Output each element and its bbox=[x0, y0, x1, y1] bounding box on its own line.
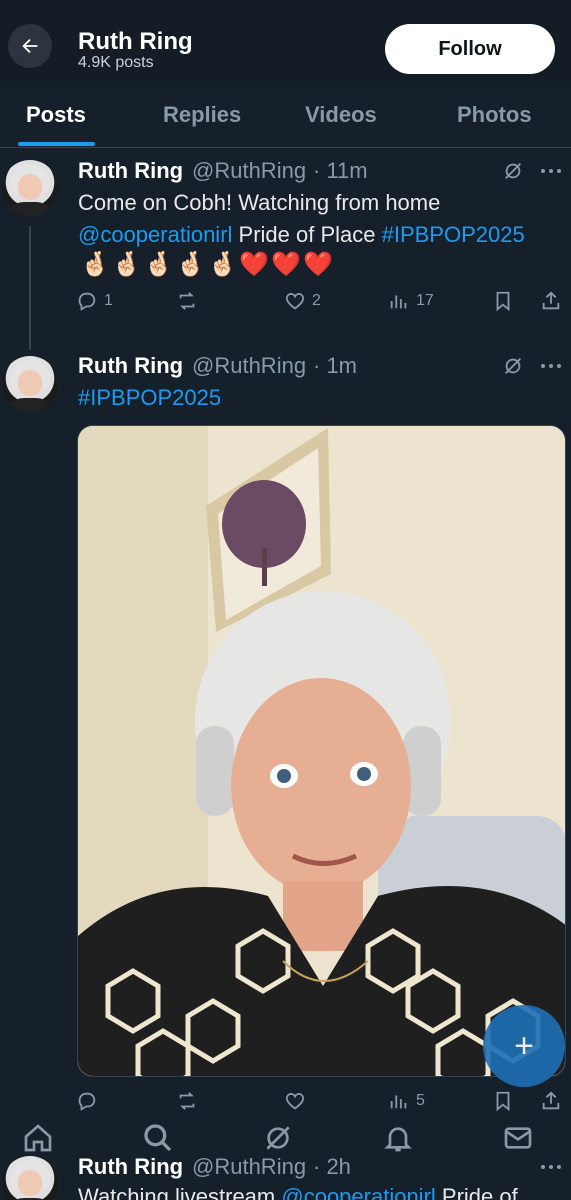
tweet-time: · 1m bbox=[313, 353, 357, 378]
profile-header: Ruth Ring 4.9K posts Follow bbox=[0, 0, 571, 82]
nav-home[interactable] bbox=[18, 1118, 58, 1158]
tweet-author-name[interactable]: Ruth Ring bbox=[78, 158, 183, 184]
hashtag-link[interactable]: #IPBPOP2025 bbox=[382, 222, 525, 247]
mail-icon bbox=[504, 1127, 532, 1149]
search-icon bbox=[144, 1124, 172, 1152]
reply-icon bbox=[78, 1092, 96, 1111]
tab-replies[interactable]: Replies bbox=[163, 102, 241, 128]
more-icon[interactable] bbox=[540, 1160, 562, 1174]
bookmark-icon bbox=[496, 291, 510, 312]
views-count: 5 bbox=[416, 1092, 425, 1109]
like-button[interactable] bbox=[284, 1090, 306, 1112]
repost-button[interactable] bbox=[176, 1090, 198, 1112]
repost-icon bbox=[179, 1092, 195, 1110]
bookmark-button[interactable] bbox=[492, 1090, 514, 1112]
selfie-photo bbox=[78, 426, 565, 1076]
tweet-emojis: 🤞🏻🤞🏻🤞🏻🤞🏻🤞🏻❤️❤️❤️ bbox=[80, 251, 336, 278]
back-button[interactable] bbox=[8, 24, 52, 68]
active-tab-indicator bbox=[18, 142, 95, 146]
bookmark-icon bbox=[496, 1091, 510, 1112]
share-button[interactable] bbox=[540, 290, 562, 312]
home-icon bbox=[24, 1124, 52, 1152]
more-icon[interactable] bbox=[540, 359, 562, 373]
mention-link[interactable]: @cooperationirl bbox=[78, 222, 232, 247]
post-count: 4.9K posts bbox=[78, 54, 154, 71]
bottom-nav bbox=[0, 1118, 571, 1162]
tweet-photo[interactable] bbox=[77, 425, 566, 1077]
profile-name: Ruth Ring bbox=[78, 28, 193, 55]
follow-button[interactable]: Follow bbox=[385, 24, 555, 74]
repost-button[interactable] bbox=[176, 290, 198, 312]
tweet-author-name[interactable]: Ruth Ring bbox=[78, 353, 183, 379]
views-count: 17 bbox=[416, 292, 434, 309]
bell-icon bbox=[384, 1127, 412, 1152]
mention-link[interactable]: @cooperationirl bbox=[281, 1184, 435, 1200]
grok-icon[interactable] bbox=[502, 355, 524, 377]
tweet-time: · 11m bbox=[313, 158, 368, 183]
nav-messages[interactable] bbox=[498, 1118, 538, 1158]
tweet-author-handle[interactable]: @RuthRing bbox=[192, 158, 306, 184]
like-button[interactable]: 2 bbox=[284, 290, 321, 312]
heart-icon bbox=[285, 1093, 305, 1110]
share-button[interactable] bbox=[540, 1090, 562, 1112]
tweet-actions: 5 bbox=[76, 1090, 566, 1120]
tweet-text-line-2: @cooperationirl Pride of Place #IPBPOP20… bbox=[78, 222, 525, 248]
profile-tabs: Posts Replies Videos Photos bbox=[0, 82, 571, 148]
avatar[interactable] bbox=[2, 1156, 58, 1200]
bookmark-button[interactable] bbox=[492, 290, 514, 312]
tweet-author-handle[interactable]: @RuthRing bbox=[192, 353, 306, 379]
compose-button[interactable]: + bbox=[483, 1005, 565, 1087]
reply-button[interactable] bbox=[76, 1090, 98, 1112]
views-icon bbox=[390, 295, 407, 309]
compose-icon: + bbox=[514, 1026, 534, 1065]
views-icon bbox=[390, 1095, 407, 1109]
views-button[interactable]: 5 bbox=[388, 1090, 425, 1112]
nav-notifications[interactable] bbox=[378, 1118, 418, 1158]
grok-nav-icon bbox=[266, 1126, 290, 1150]
avatar[interactable] bbox=[2, 160, 58, 216]
heart-icon bbox=[285, 293, 305, 310]
reply-button[interactable]: 1 bbox=[76, 290, 113, 312]
arrow-left-icon bbox=[22, 38, 38, 54]
tweet-text: Watching livestream @cooperationirl Prid… bbox=[78, 1184, 518, 1200]
tweet-text-start: Watching livestream bbox=[78, 1184, 282, 1200]
share-icon bbox=[542, 1091, 560, 1110]
reply-icon bbox=[78, 292, 96, 311]
tab-posts[interactable]: Posts bbox=[26, 102, 86, 128]
grok-icon[interactable] bbox=[502, 160, 524, 182]
tab-videos[interactable]: Videos bbox=[305, 102, 377, 128]
tab-photos[interactable]: Photos bbox=[457, 102, 532, 128]
repost-icon bbox=[179, 292, 195, 310]
views-button[interactable]: 17 bbox=[388, 290, 434, 312]
tweet-text-line-1: Come on Cobh! Watching from home bbox=[78, 190, 441, 215]
nav-search[interactable] bbox=[138, 1118, 178, 1158]
nav-grok[interactable] bbox=[258, 1118, 298, 1158]
thread-line bbox=[29, 226, 31, 350]
avatar[interactable] bbox=[2, 356, 58, 412]
share-icon bbox=[542, 291, 560, 310]
hashtag-link[interactable]: #IPBPOP2025 bbox=[78, 385, 221, 411]
tweet-text-end: Pride of bbox=[435, 1184, 518, 1200]
tweet-text-middle: Pride of Place bbox=[232, 222, 382, 247]
reply-count: 1 bbox=[104, 292, 113, 309]
like-count: 2 bbox=[312, 292, 321, 309]
more-icon[interactable] bbox=[540, 164, 562, 178]
tweet-actions: 1 2 17 bbox=[76, 290, 566, 320]
